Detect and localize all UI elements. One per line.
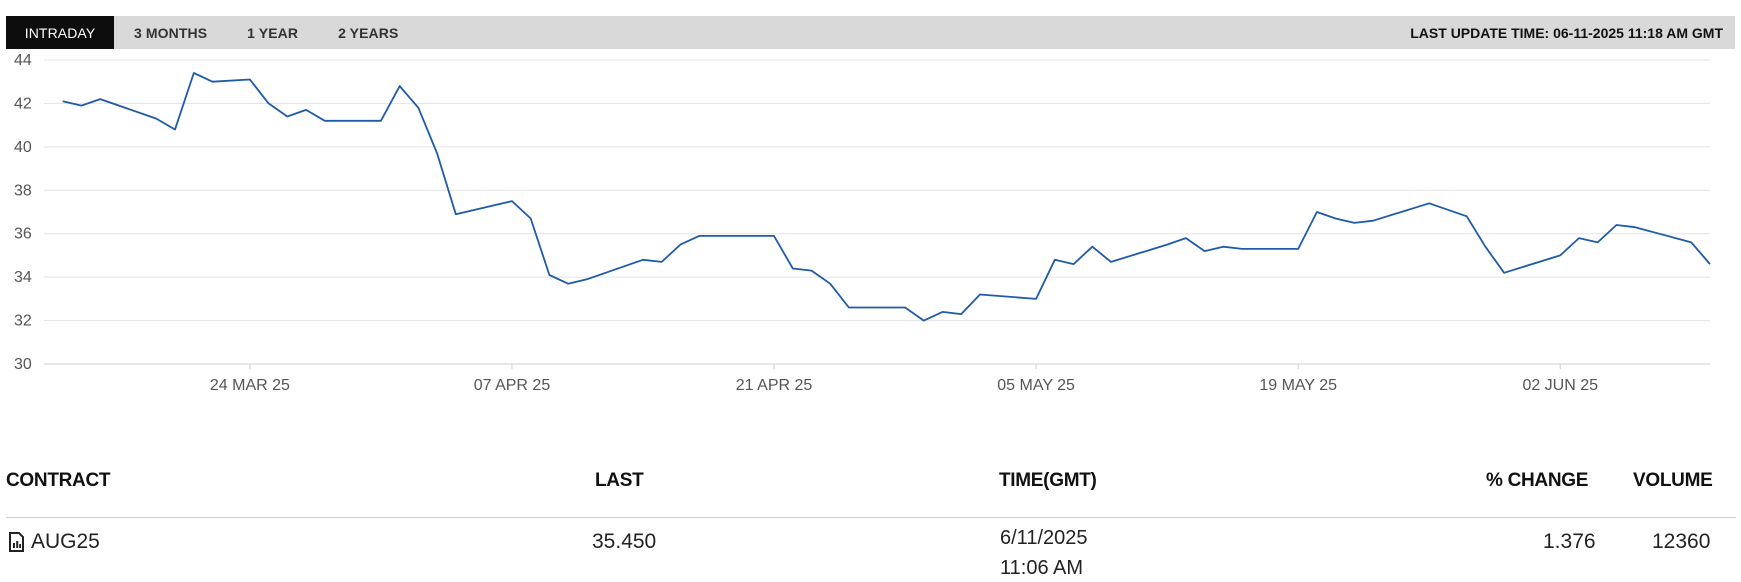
percent-change: 1.376 xyxy=(1543,530,1596,553)
contracts-table-header: CONTRACT LAST TIME(GMT) % CHANGE VOLUME xyxy=(6,470,1736,518)
y-tick-label: 38 xyxy=(14,182,32,199)
last-update-time: LAST UPDATE TIME: 06-11-2025 11:18 AM GM… xyxy=(1410,24,1723,41)
y-tick-label: 42 xyxy=(14,95,32,112)
document-chart-icon[interactable] xyxy=(8,532,25,552)
x-tick-label: 02 JUN 25 xyxy=(1522,377,1598,394)
contract-name[interactable]: AUG25 xyxy=(31,530,100,554)
series-line xyxy=(62,72,1711,322)
x-tick-label: 19 MAY 25 xyxy=(1259,377,1337,394)
contract-cell[interactable]: AUG25 xyxy=(8,530,100,554)
x-tick-label: 24 MAR 25 xyxy=(210,377,290,394)
tab-1-year[interactable]: 1 YEAR xyxy=(227,16,318,49)
column-header-contract: CONTRACT xyxy=(6,470,111,491)
tab-3-months[interactable]: 3 MONTHS xyxy=(114,16,227,49)
column-header-percent-change: % CHANGE xyxy=(1486,470,1589,491)
y-tick-label: 44 xyxy=(14,52,32,69)
column-header-last: LAST xyxy=(595,470,644,491)
tab-2-years[interactable]: 2 YEARS xyxy=(318,16,418,49)
last-price: 35.450 xyxy=(592,530,657,553)
x-tick-label: 21 APR 25 xyxy=(736,377,813,394)
price-line-chart: 30 32 34 36 38 40 42 44 24 MAR 25 07 APR 25 21 APR… xyxy=(14,52,1711,394)
column-header-time: TIME(GMT) xyxy=(999,470,1097,491)
x-tick-label: 07 APR 25 xyxy=(474,377,551,394)
tab-intraday[interactable]: INTRADAY xyxy=(6,16,114,49)
y-tick-label: 34 xyxy=(14,269,32,286)
volume-value: 12360 xyxy=(1652,530,1711,553)
x-tick-label: 05 MAY 25 xyxy=(997,377,1075,394)
trade-date: 6/11/2025 xyxy=(1000,527,1088,549)
trade-time: 11:06 AM xyxy=(1000,557,1084,579)
column-header-volume: VOLUME xyxy=(1633,470,1713,491)
y-tick-label: 36 xyxy=(14,226,32,243)
y-tick-label: 40 xyxy=(14,139,32,156)
chart-range-tabbar: INTRADAY 3 MONTHS 1 YEAR 2 YEARS LAST UP… xyxy=(6,16,1735,49)
table-row[interactable]: AUG25 35.450 6/11/2025 11:06 AM 1.376 12… xyxy=(6,527,1736,582)
y-tick-label: 30 xyxy=(14,356,32,373)
y-tick-label: 32 xyxy=(14,313,32,330)
